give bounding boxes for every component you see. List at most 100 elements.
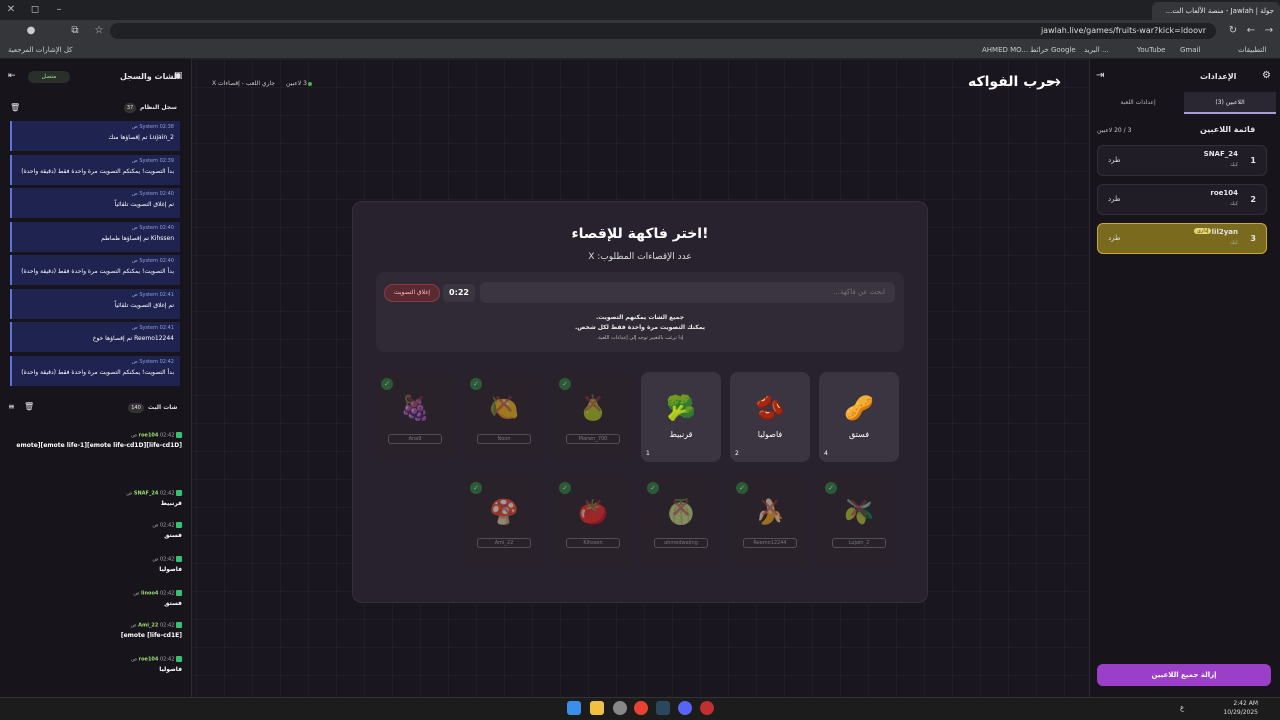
collapse-panel-icon[interactable]: ⇤ bbox=[8, 71, 16, 81]
log-sender: System bbox=[139, 358, 158, 365]
eliminated-by-tag: Noon bbox=[477, 434, 531, 444]
system-log-entry: System 02:40 ص بدأ التصويت! يمكنكم التصوي… bbox=[10, 255, 180, 285]
url-bar[interactable]: jawlah.live/games/fruits-war?kick=ldoovr bbox=[110, 23, 1216, 39]
eliminated-x-icon: ✕ bbox=[403, 388, 427, 421]
log-sender: System bbox=[139, 124, 158, 130]
vote-count: 4 bbox=[824, 450, 828, 457]
bookmark-item[interactable]: Gmail bbox=[1180, 45, 1200, 56]
system-log-entry: System 02:41 ص Reemo12244 تم إقصاؤها خوخ bbox=[10, 322, 180, 352]
log-meta: System 02:40 ص bbox=[18, 191, 174, 197]
player-name: roe104 bbox=[1210, 189, 1238, 197]
fruit-vote-card[interactable]: 🥦 قرنبيط 1 bbox=[641, 372, 721, 462]
all-bookmarks[interactable]: كل الإشارات المرجعية bbox=[8, 45, 73, 56]
bookmark-star-icon[interactable]: ☆ bbox=[92, 24, 106, 38]
check-icon: ✓ bbox=[470, 482, 482, 494]
tab-game-settings[interactable]: إعدادات اللعبة bbox=[1092, 92, 1184, 114]
chat-time: 02:42 ص bbox=[152, 522, 175, 529]
restore-window-icon[interactable]: ◻ bbox=[28, 3, 42, 17]
bookmark-item[interactable]: خرائط Google bbox=[1030, 45, 1076, 56]
kick-player-button[interactable]: طرد bbox=[1108, 156, 1121, 164]
filter-icon[interactable]: ≡ bbox=[8, 402, 15, 411]
players-list-title: قائمة اللاعبين bbox=[1200, 125, 1256, 134]
profile-icon[interactable]: ● bbox=[24, 24, 38, 38]
bookmark-item[interactable]: التطبيقات bbox=[1238, 45, 1266, 56]
player-row: 1 SNAF_24 كيك طرد bbox=[1097, 145, 1267, 176]
chat-text: فستق bbox=[164, 599, 182, 607]
collapse-panel-icon[interactable]: ⇥ bbox=[1096, 70, 1104, 81]
eliminated-by-tag: Lujain_2 bbox=[832, 538, 886, 548]
fruit-name: فستق bbox=[848, 430, 870, 439]
check-icon: ✓ bbox=[647, 482, 659, 494]
chrome-icon[interactable] bbox=[634, 701, 648, 715]
bookmark-item[interactable]: AHMED MO... bbox=[982, 45, 1028, 56]
remove-all-players-button[interactable]: إزالة جميع اللاعبين bbox=[1097, 664, 1271, 686]
fruit-vote-card[interactable]: 🥜 فستق 4 bbox=[819, 372, 899, 462]
close-vote-button[interactable]: إغلاق التصويت bbox=[384, 284, 440, 302]
trash-icon[interactable]: 🗑 bbox=[10, 103, 20, 112]
browser-tab[interactable]: جولة | Jawlah - منصة الألعاب الت... bbox=[1152, 2, 1280, 20]
kick-badge-icon bbox=[176, 656, 182, 662]
chat-username: roe104 bbox=[138, 432, 159, 439]
eliminated-x-icon: ✕ bbox=[581, 388, 605, 421]
chat-text: قرنبيط bbox=[160, 499, 182, 507]
language-indicator[interactable]: ع bbox=[1180, 704, 1184, 712]
discord-icon[interactable] bbox=[678, 701, 692, 715]
gear-icon: ⚙ bbox=[1262, 70, 1271, 81]
eliminated-x-icon: ✕ bbox=[758, 492, 782, 525]
extensions-icon[interactable]: ⧉ bbox=[68, 24, 82, 38]
game-title: حرب الفواكه bbox=[968, 74, 1057, 90]
fruit-search-input[interactable] bbox=[480, 282, 895, 303]
trash-icon[interactable]: 🗑 bbox=[24, 402, 34, 411]
vote-timer: 0:22 bbox=[443, 284, 475, 302]
log-sender: System bbox=[139, 191, 158, 197]
back-icon[interactable]: → bbox=[1262, 24, 1276, 38]
eliminated-x-icon: ✕ bbox=[669, 492, 693, 525]
player-row: 3 lil2yan كيك طرد إداري bbox=[1097, 223, 1267, 254]
fruit-icon: 🥜 bbox=[844, 394, 874, 422]
clock-time[interactable]: 2:42 AM bbox=[1226, 700, 1258, 707]
kick-player-button[interactable]: طرد bbox=[1108, 234, 1121, 242]
chat-message: Ami_22 02:42 ص [life-cd1E] emote] bbox=[10, 622, 182, 639]
fruit-vote-card[interactable]: 🫘 فاصوليا 2 bbox=[730, 372, 810, 462]
kick-player-button[interactable]: طرد bbox=[1108, 195, 1121, 203]
check-icon: ✓ bbox=[559, 482, 571, 494]
eliminated-x-icon: ✕ bbox=[492, 388, 516, 421]
settings-app-icon[interactable] bbox=[613, 701, 627, 715]
game-status: جاري اللعب - إقصاءات X bbox=[212, 80, 276, 87]
chat-username: linoo4 bbox=[141, 590, 159, 597]
tab-players[interactable]: اللاعبين (3) bbox=[1184, 92, 1276, 114]
log-text: بدأ التصويت! يمكنكم التصويت مرة واحدة فق… bbox=[21, 167, 174, 175]
bookmark-item[interactable]: YouTube bbox=[1137, 45, 1165, 56]
card-subtitle: عدد الإقصاءات المطلوب: X bbox=[588, 252, 692, 262]
chat-message: 02:42 ص فاصوليا bbox=[10, 556, 182, 573]
log-sender: System bbox=[139, 224, 158, 231]
minimize-window-icon[interactable]: – bbox=[52, 3, 66, 17]
log-text: تم إغلاق التصويت تلقائياً bbox=[114, 301, 174, 309]
forward-icon[interactable]: ← bbox=[1244, 24, 1258, 38]
players-online: 3 لاعبين bbox=[286, 80, 307, 87]
log-meta: System 02:41 ص bbox=[18, 325, 174, 331]
eliminated-fruit-card: 🍐 ✕ ✓ Marwn_700 bbox=[553, 372, 633, 462]
eliminated-fruit-card: 🫒 ✕ ✓ Lujain_2 bbox=[819, 476, 899, 566]
eliminated-fruit-card: 🍅 ✕ ✓ Kihssen bbox=[553, 476, 633, 566]
log-text: بدأ التصويت! يمكنكم التصويت مرة واحدة فق… bbox=[21, 268, 174, 275]
chat-username: SNAF_24 bbox=[133, 490, 159, 497]
log-sender: System bbox=[139, 325, 158, 331]
eliminated-by-tag: Kihssen bbox=[566, 538, 620, 548]
system-log-entry: System 02:40 ص تم إغلاق التصويت تلقائياً bbox=[10, 188, 180, 218]
file-explorer-icon[interactable] bbox=[590, 701, 604, 715]
online-dot bbox=[308, 82, 312, 86]
eliminated-by-tag: Ami_22 bbox=[477, 538, 531, 548]
bookmark-item[interactable]: البريد ... bbox=[1084, 45, 1109, 56]
card-title: اختر فاكهة للإقصاء! bbox=[571, 226, 709, 242]
stream-chat-title: شات البث bbox=[148, 404, 178, 411]
app-icon[interactable] bbox=[700, 701, 714, 715]
eliminated-fruit-card: 🍇 ✕ ✓ Ana9 bbox=[375, 372, 455, 462]
reload-icon[interactable]: ↻ bbox=[1226, 24, 1240, 38]
start-icon[interactable] bbox=[567, 701, 581, 715]
steam-icon[interactable] bbox=[656, 701, 670, 715]
clock-date[interactable]: 10/29/2025 bbox=[1220, 709, 1258, 716]
chat-text: فاصوليا bbox=[159, 665, 182, 673]
close-window-icon[interactable]: ✕ bbox=[4, 3, 18, 17]
check-icon: ✓ bbox=[381, 378, 393, 390]
